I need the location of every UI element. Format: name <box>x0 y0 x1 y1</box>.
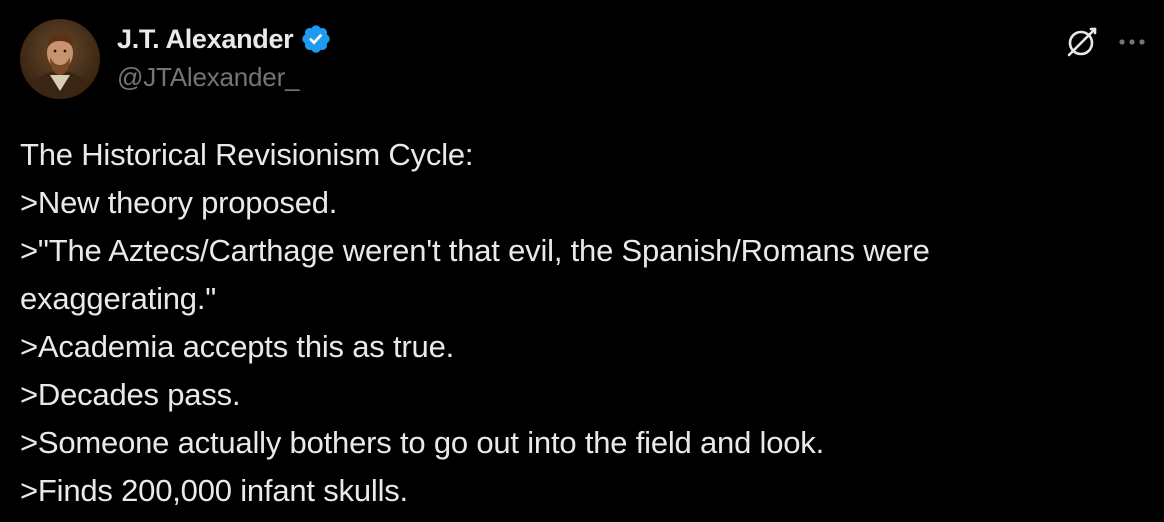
author-handle[interactable]: @JTAlexander_ <box>117 62 332 93</box>
author-avatar[interactable] <box>20 19 100 99</box>
more-options-icon[interactable] <box>1112 24 1152 60</box>
name-row: J.T. Alexander <box>117 22 332 56</box>
tweet-card: J.T. Alexander @JTAlexander_ The Histori… <box>0 0 1164 522</box>
tweet-line: >Academia accepts this as true. <box>20 329 455 364</box>
tweet-line: >Decades pass. <box>20 377 241 412</box>
portrait-avatar-icon <box>20 19 100 99</box>
tweet-line: exaggerating." <box>20 281 217 316</box>
tweet-line: >"The Aztecs/Carthage weren't that evil,… <box>20 233 930 268</box>
author-display-name[interactable]: J.T. Alexander <box>117 24 294 55</box>
tweet-line: The Historical Revisionism Cycle: <box>20 137 474 172</box>
tweet-line: >Someone actually bothers to go out into… <box>20 425 825 460</box>
tweet-line: >Finds 200,000 infant skulls. <box>20 473 408 508</box>
author-info: J.T. Alexander @JTAlexander_ <box>117 22 332 93</box>
verified-badge-icon[interactable] <box>300 23 332 55</box>
grok-icon[interactable] <box>1064 24 1100 60</box>
tweet-text: The Historical Revisionism Cycle: >New t… <box>20 131 1140 515</box>
tweet-line: >New theory proposed. <box>20 185 338 220</box>
